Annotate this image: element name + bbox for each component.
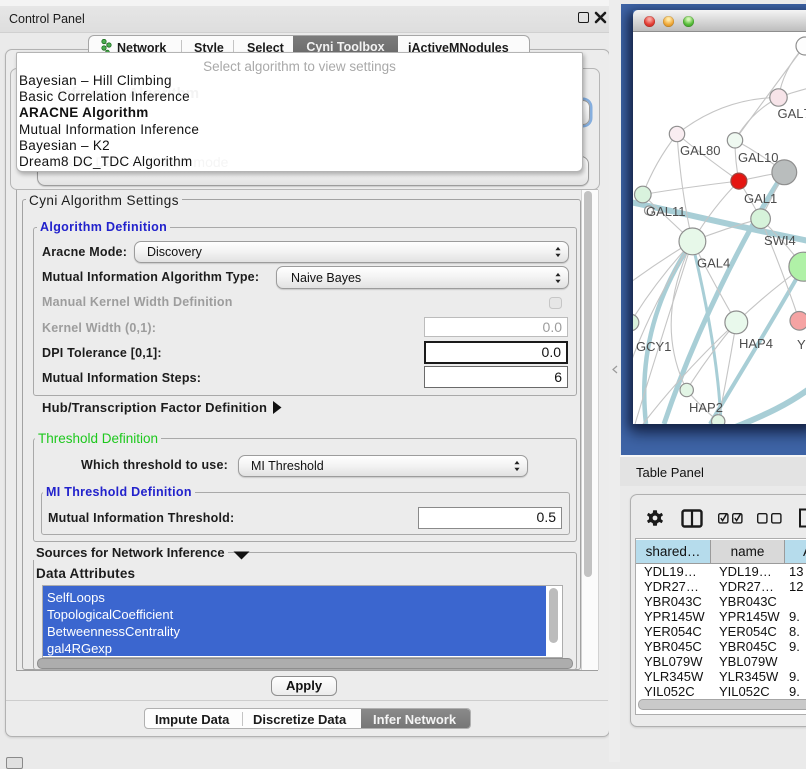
svg-text:SWI4: SWI4 — [764, 233, 796, 248]
svg-text:HAP4: HAP4 — [739, 336, 773, 351]
svg-text:GCY1: GCY1 — [636, 339, 671, 354]
svg-text:GAL7: GAL7 — [778, 106, 806, 121]
svg-text:GAL4: GAL4 — [697, 256, 730, 271]
svg-text:GAL10: GAL10 — [738, 150, 778, 165]
svg-text:HAP2: HAP2 — [689, 400, 723, 415]
svg-text:YEL: YEL — [797, 337, 806, 352]
svg-text:GAL80: GAL80 — [680, 143, 720, 158]
svg-text:GAL11: GAL11 — [646, 204, 686, 219]
svg-text:GAL1: GAL1 — [744, 191, 777, 206]
